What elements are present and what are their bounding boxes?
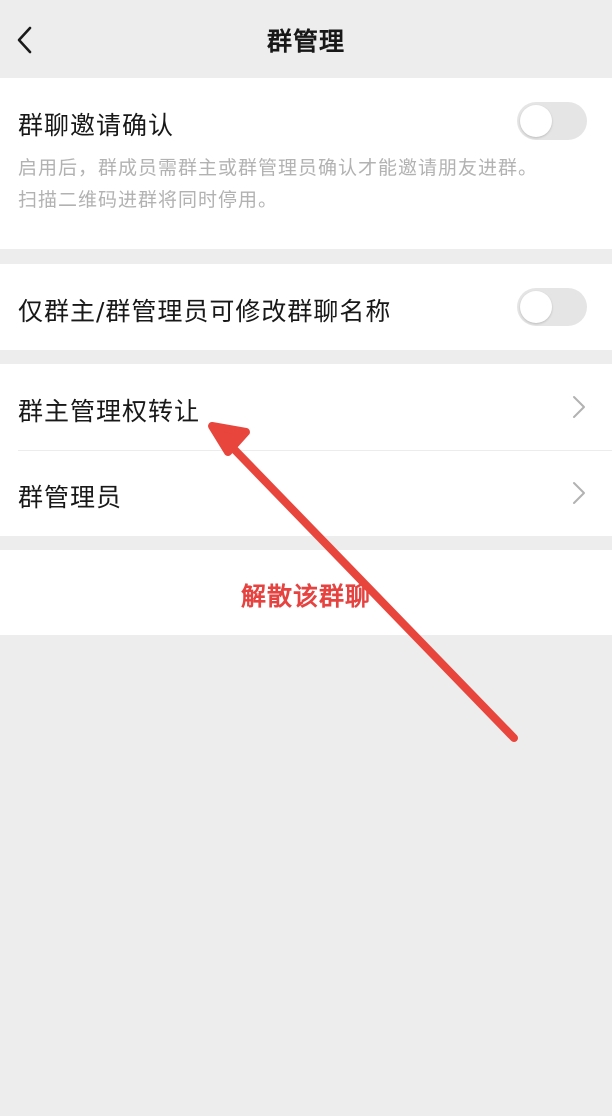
dissolve-group-button[interactable]: 解散该群聊 — [0, 577, 612, 613]
invite-confirm-description-line2: 扫描二维码进群将同时停用。 — [18, 189, 279, 211]
admins-item[interactable]: 群管理员 — [0, 450, 612, 536]
invite-confirm-description: 启用后，群成员需群主或群管理员确认才能邀请朋友进群。 扫描二维码进群将同时停用。 — [18, 152, 598, 216]
admins-label: 群管理员 — [18, 483, 123, 512]
toggle-knob — [520, 105, 552, 137]
nav-bar: 群管理 — [0, 0, 612, 78]
toggle-knob — [520, 291, 552, 323]
transfer-owner-label: 群主管理权转让 — [18, 397, 201, 426]
page-title: 群管理 — [266, 27, 345, 56]
management-menu-card: 群主管理权转让 群管理员 — [0, 364, 612, 536]
chevron-right-icon — [573, 396, 585, 418]
invite-confirm-card: 群聊邀请确认 启用后，群成员需群主或群管理员确认才能邀请朋友进群。 扫描二维码进… — [0, 78, 612, 249]
rename-restrict-card: 仅群主/群管理员可修改群聊名称 — [0, 264, 612, 350]
invite-confirm-description-line1: 启用后，群成员需群主或群管理员确认才能邀请朋友进群。 — [18, 157, 539, 179]
dissolve-group-card: 解散该群聊 — [0, 550, 612, 635]
invite-confirm-label: 群聊邀请确认 — [18, 111, 175, 140]
transfer-owner-item[interactable]: 群主管理权转让 — [0, 364, 612, 450]
rename-restrict-toggle[interactable] — [517, 288, 587, 326]
chevron-right-icon — [573, 482, 585, 504]
invite-confirm-toggle[interactable] — [517, 102, 587, 140]
rename-restrict-label: 仅群主/群管理员可修改群聊名称 — [18, 297, 392, 326]
